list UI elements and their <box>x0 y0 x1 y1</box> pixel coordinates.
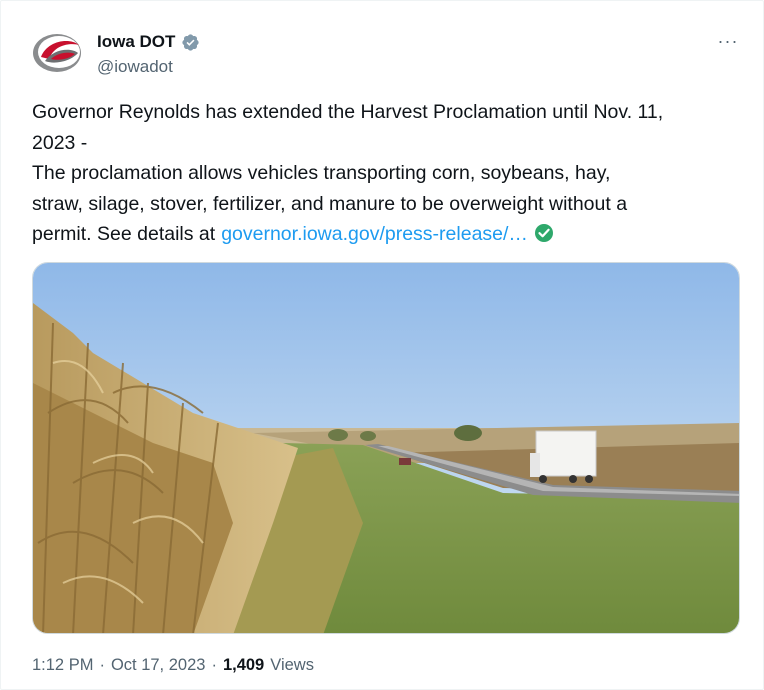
tweet-time[interactable]: 1:12 PM <box>32 656 93 675</box>
views-label: Views <box>270 656 314 674</box>
cornfield-highway-photo[interactable] <box>32 262 740 634</box>
meta-separator: · <box>211 656 217 674</box>
press-release-link[interactable]: governor.iowa.gov/press-release/… <box>221 223 528 245</box>
author-name-row[interactable]: Iowa DOT <box>97 31 200 53</box>
tweet-text-line: The proclamation allows vehicles transpo… <box>32 162 611 184</box>
more-options-icon[interactable]: ··· <box>717 31 739 51</box>
tweet-meta: 1:12 PM · Oct 17, 2023 · 1,409 Views <box>32 656 314 675</box>
iowa-dot-logo-icon[interactable] <box>31 31 83 75</box>
meta-separator: · <box>99 656 105 674</box>
tweet-date[interactable]: Oct 17, 2023 <box>111 656 205 675</box>
tweet-text-line: straw, silage, stover, fertilizer, and m… <box>32 192 628 215</box>
views-count[interactable]: 1,409 <box>223 656 264 675</box>
tweet-text-line-with-link: permit. See details at governor.iowa.gov/… <box>32 219 747 250</box>
tweet-card: Iowa DOT @iowadot ··· Governor Reynolds … <box>0 0 764 690</box>
tweet-text-line: 2023 - <box>32 131 88 154</box>
tweet-text-line: Governor Reynolds has extended the Harve… <box>32 101 664 123</box>
verified-badge-icon[interactable] <box>181 33 200 52</box>
author-handle[interactable]: @iowadot <box>97 57 173 77</box>
author-display-name[interactable]: Iowa DOT <box>97 32 175 52</box>
check-mark-button-icon <box>534 222 554 242</box>
tweet-text-prefix: permit. See details at <box>32 223 216 245</box>
tweet-text: Governor Reynolds has extended the Harve… <box>32 97 747 250</box>
